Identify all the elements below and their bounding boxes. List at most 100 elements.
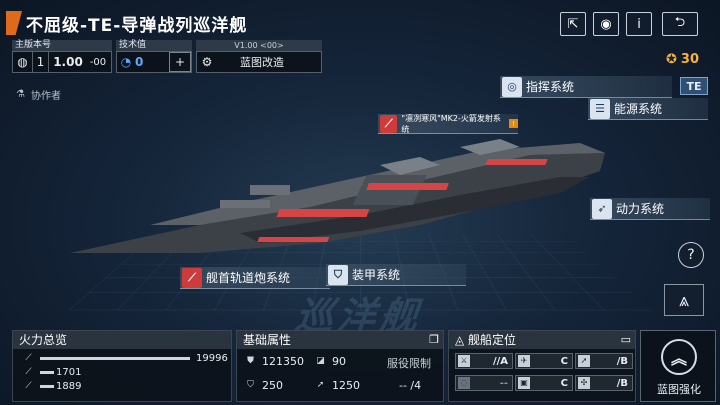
energy-icon: ☰ xyxy=(590,98,610,119)
tech-add-button[interactable]: + xyxy=(169,52,191,72)
blueprint-version: V1.00 <00> xyxy=(196,40,322,51)
tech-value: 0 xyxy=(135,55,144,69)
firepower-bar-track: 1889 xyxy=(40,381,190,392)
power-system-label: 动力系统 xyxy=(616,202,665,216)
main-version-number: 1 xyxy=(33,52,49,72)
shield-icon: ⛉ xyxy=(328,264,348,285)
back-button[interactable]: ⮌ xyxy=(662,12,698,36)
evasion-stat: ➚ 1250 xyxy=(315,379,360,392)
firepower-value: 1701 xyxy=(56,367,82,378)
position-icon: ◌ xyxy=(458,377,470,389)
position-cell: ◌ -- xyxy=(455,375,513,391)
speed-stat: ⛉ 250 xyxy=(245,379,283,392)
firepower-row: ⟋ 1701 xyxy=(23,367,228,378)
firepower-bar-track xyxy=(40,357,190,360)
collaborator-icon: ⚗ xyxy=(16,89,25,100)
attributes-header: 基础属性 ❐ xyxy=(237,331,443,349)
info-button[interactable]: i xyxy=(626,12,652,36)
hp-icon: ⛊ xyxy=(247,356,254,366)
position-grade: C xyxy=(560,377,568,389)
main-version-label: 主版本号 xyxy=(12,40,112,51)
position-grade: /B xyxy=(616,355,628,367)
position-icon: ➚ xyxy=(578,355,590,367)
firepower-value: 1889 xyxy=(56,381,82,392)
ship-title-bar: 不屈级-TE-导弹战列巡洋舰 xyxy=(0,10,247,36)
aircraft-stat-icon: ⟋ xyxy=(25,381,32,391)
tech-box: ◔ 0 + xyxy=(116,51,192,73)
ship-name: 不屈级-TE-导弹战列巡洋舰 xyxy=(26,15,248,36)
back-icon: ⮌ xyxy=(674,15,686,30)
armor-stat: ◪ 90 xyxy=(315,355,346,368)
armor-value: 90 xyxy=(332,355,346,368)
speed-icon: ⛉ xyxy=(247,380,254,390)
tech-label: 技术值 xyxy=(116,40,192,51)
armor-icon: ◪ xyxy=(316,356,325,366)
position-icon: ▣ xyxy=(518,377,530,389)
evasion-value: 1250 xyxy=(332,379,360,392)
attributes-title: 基础属性 xyxy=(243,333,292,347)
share-button[interactable]: ⇱ xyxy=(560,12,586,36)
position-grade: -- xyxy=(499,377,508,389)
position-icon: ✣ xyxy=(578,377,590,389)
blueprint-mod-label: 蓝图改造 xyxy=(240,56,284,69)
question-icon: ? xyxy=(687,247,695,263)
missile-system-button[interactable]: ⟋ "凛冽寒风"MK2-火箭发射系统 ! xyxy=(378,113,519,134)
position-cell: ✣ /B xyxy=(575,375,633,391)
currency-value: 30 xyxy=(680,52,699,67)
position-cell: ➚ /B xyxy=(575,353,633,369)
firepower-bar xyxy=(40,371,54,374)
bow-cannon-system-button[interactable]: ⟋ 舰首轨道炮系统 xyxy=(180,267,330,289)
cannon-icon: ⟋ xyxy=(182,267,202,288)
attributes-panel: 基础属性 ❐ ⛊ 121350 ◪ 90 ⛉ 250 ➚ 1250 服役限制 -… xyxy=(236,330,444,402)
fleet-icon: ⩓ xyxy=(678,289,690,311)
hp-stat: ⛊ 121350 xyxy=(245,355,304,368)
help-button[interactable]: ? xyxy=(678,242,704,268)
thruster-icon: ➶ xyxy=(592,198,612,219)
energy-system-button[interactable]: ☰ 能源系统 xyxy=(588,98,708,120)
collaborator-label: 协作者 xyxy=(30,91,61,102)
missile-stat-icon: ⟋ xyxy=(25,367,32,377)
position-icon: ✈ xyxy=(518,355,530,367)
command-system-label: 指挥系统 xyxy=(526,80,575,94)
position-grade: C xyxy=(560,355,568,367)
tech-icon: ◔ xyxy=(120,55,132,69)
armor-system-button[interactable]: ⛉ 装甲系统 xyxy=(326,264,466,286)
position-cell: ⚔ //A xyxy=(455,353,513,369)
collaborator-row[interactable]: ⚗ 协作者 xyxy=(16,87,61,102)
main-version-box: ◍ 1 1.00 -00 xyxy=(12,51,112,73)
positioning-title-group: ◬ 舰船定位 xyxy=(455,331,516,349)
command-system-button[interactable]: ◎ 指挥系统 xyxy=(500,76,672,98)
position-icon: ⚔ xyxy=(458,355,470,367)
target-icon: ◎ xyxy=(502,76,522,97)
toggle-icon[interactable]: ▭ xyxy=(621,331,631,349)
view-button[interactable]: ◉ xyxy=(593,12,619,36)
missile-system-label: "凛冽寒风"MK2-火箭发射系统 xyxy=(401,113,501,134)
service-limit-label: 服役限制 xyxy=(387,357,431,370)
evasion-icon: ➚ xyxy=(316,380,325,390)
main-version-suffix: -00 xyxy=(89,56,107,68)
blueprint-enhance-button[interactable]: ︽ 蓝图强化 xyxy=(640,330,716,402)
eye-icon: ◉ xyxy=(600,16,612,32)
blueprint-mod-button[interactable]: ⚙ 蓝图改造 xyxy=(196,51,322,73)
share-icon: ⇱ xyxy=(567,16,579,32)
warning-icon: ! xyxy=(509,119,519,128)
position-cell: ▣ C xyxy=(515,375,573,391)
positioning-panel: ◬ 舰船定位 ▭ ⚔//A ✈ C ➚/B ◌ -- ▣ C ✣/B xyxy=(448,330,636,402)
globe-icon: ◍ xyxy=(13,52,33,72)
te-badge: TE xyxy=(680,77,708,95)
hp-value: 121350 xyxy=(262,355,304,368)
position-cell: ✈ C xyxy=(515,353,573,369)
fleet-button[interactable]: ⩓ xyxy=(664,284,704,316)
firepower-row: ⟋ 1889 xyxy=(23,381,228,392)
power-system-button[interactable]: ➶ 动力系统 xyxy=(590,198,710,220)
copy-icon[interactable]: ❐ xyxy=(429,331,439,349)
missile-icon: ⟋ xyxy=(380,114,398,133)
coin-icon: ✪ xyxy=(666,52,677,67)
firepower-panel: 火力总览 ⟋ 19996 ⟋ 1701 ⟋ 1889 xyxy=(12,330,232,402)
compass-icon: ◬ xyxy=(455,333,469,347)
firepower-value: 19996 xyxy=(196,353,228,364)
firepower-bar-track: 1701 xyxy=(40,367,190,378)
info-icon: i xyxy=(637,16,641,32)
ship-model xyxy=(70,139,605,253)
currency-display: ✪ 30 xyxy=(666,52,699,67)
